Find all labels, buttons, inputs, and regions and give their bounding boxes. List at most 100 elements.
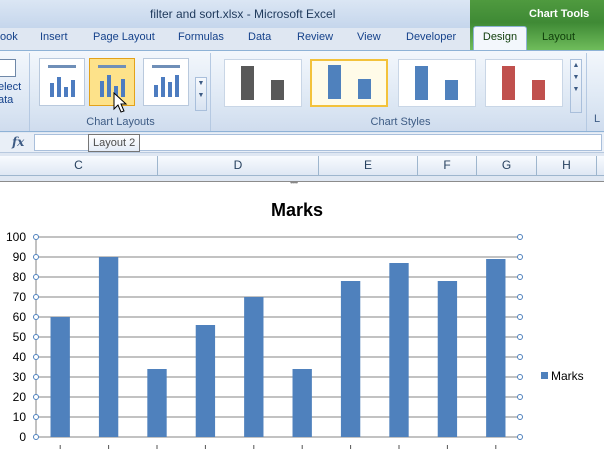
chart-layouts-group-label: Chart Layouts bbox=[86, 116, 155, 128]
tab-view[interactable]: View bbox=[357, 31, 381, 43]
chart-layout-1[interactable] bbox=[39, 58, 85, 106]
style-thumb-bar-icon bbox=[328, 65, 341, 99]
y-tick-label: 50 bbox=[13, 330, 27, 344]
select-data-button[interactable]: elect ata bbox=[0, 57, 22, 117]
layout-thumb-title-icon bbox=[152, 65, 180, 68]
selection-handle bbox=[33, 334, 39, 340]
style-thumb-bar-icon bbox=[415, 66, 428, 100]
bar[interactable] bbox=[389, 263, 409, 437]
selection-handle bbox=[517, 294, 523, 300]
bar[interactable] bbox=[98, 257, 119, 437]
chart-resize-handle[interactable]: •••• bbox=[290, 178, 298, 187]
y-tick-label: 40 bbox=[13, 350, 27, 364]
scroll-down-icon: ▼ bbox=[572, 74, 580, 81]
selection-handle bbox=[33, 414, 39, 420]
styles-gallery-scrollbar[interactable]: ▲ ▼ ▼ bbox=[570, 59, 582, 113]
window-title: filter and sort.xlsx - Microsoft Excel bbox=[150, 7, 336, 21]
y-tick-label: 80 bbox=[13, 270, 27, 284]
gallery-more-icon: ▼ bbox=[572, 86, 580, 93]
bar[interactable] bbox=[437, 281, 458, 437]
group-data: elect ata bbox=[0, 53, 30, 131]
selection-handle bbox=[33, 234, 39, 240]
column-header-c[interactable]: C bbox=[0, 156, 158, 175]
chart-styles-group-label: Chart Styles bbox=[370, 116, 431, 128]
excel-window: filter and sort.xlsx - Microsoft Excel C… bbox=[0, 0, 604, 457]
tab-data[interactable]: Data bbox=[248, 31, 271, 43]
select-data-icon bbox=[0, 59, 16, 77]
selection-handle bbox=[517, 354, 523, 360]
style-thumb-bar-icon bbox=[358, 79, 371, 99]
selection-handle bbox=[33, 314, 39, 320]
y-tick-label: 0 bbox=[19, 430, 26, 444]
bar[interactable] bbox=[195, 325, 216, 437]
layout-tooltip: Layout 2 bbox=[88, 134, 141, 152]
column-header-e[interactable]: E bbox=[319, 156, 418, 175]
y-tick-label: 100 bbox=[6, 230, 26, 244]
tab-review[interactable]: Review bbox=[297, 31, 333, 43]
selection-handle bbox=[517, 434, 523, 440]
layout-thumb-bar-icon bbox=[71, 80, 75, 97]
bar[interactable] bbox=[486, 259, 506, 437]
tab-workbook[interactable]: ook bbox=[0, 31, 18, 43]
y-tick-label: 70 bbox=[13, 290, 27, 304]
tab-insert[interactable]: Insert bbox=[40, 31, 68, 43]
tab-page-layout[interactable]: Page Layout bbox=[93, 31, 155, 43]
selection-handle bbox=[33, 274, 39, 280]
column-header-h[interactable]: H bbox=[537, 156, 597, 175]
bar[interactable] bbox=[50, 317, 70, 437]
style-thumb-bar-icon bbox=[445, 80, 458, 100]
selection-handle bbox=[33, 374, 39, 380]
bar[interactable] bbox=[340, 281, 361, 437]
scroll-down-icon: ▼ bbox=[197, 80, 205, 87]
selection-handle bbox=[517, 394, 523, 400]
column-header-d[interactable]: D bbox=[158, 156, 319, 175]
chart-style-2[interactable] bbox=[310, 59, 388, 107]
selection-handle bbox=[517, 374, 523, 380]
bar[interactable] bbox=[292, 369, 312, 437]
layout-thumb-bar-icon bbox=[107, 75, 111, 97]
chart-style-1[interactable] bbox=[224, 59, 302, 107]
chart-title[interactable]: Marks bbox=[271, 200, 323, 220]
layouts-gallery-scrollbar[interactable]: ▼ ▼ bbox=[195, 77, 207, 111]
chart-style-4[interactable] bbox=[485, 59, 563, 107]
tab-design[interactable]: Design bbox=[473, 26, 527, 50]
marks-chart[interactable]: Marks 0 10 20 30 40 50 60 70 80 90 100 Marks bbox=[0, 181, 604, 457]
layout-thumb-title-icon bbox=[48, 65, 76, 68]
legend-label: Marks bbox=[551, 369, 584, 383]
selection-handle bbox=[517, 314, 523, 320]
legend[interactable]: Marks bbox=[541, 369, 584, 383]
layout-thumb-bar-icon bbox=[64, 87, 68, 97]
tab-layout[interactable]: Layout bbox=[542, 31, 575, 43]
bar[interactable] bbox=[244, 297, 264, 437]
layout-thumb-title-icon bbox=[98, 65, 126, 68]
scroll-up-icon: ▲ bbox=[572, 62, 580, 69]
bar-series[interactable] bbox=[50, 257, 506, 449]
chart-layout-3[interactable] bbox=[143, 58, 189, 106]
y-tick-label: 20 bbox=[13, 390, 27, 404]
chart-style-3[interactable] bbox=[398, 59, 476, 107]
selection-handle bbox=[33, 254, 39, 260]
column-header-f[interactable]: F bbox=[418, 156, 477, 175]
selection-handle bbox=[33, 434, 39, 440]
column-header-g[interactable]: G bbox=[477, 156, 537, 175]
mouse-cursor-icon bbox=[113, 92, 128, 113]
column-headers: C D E F G H bbox=[0, 156, 604, 176]
style-thumb-bar-icon bbox=[532, 80, 545, 100]
group-chart-styles: ▲ ▼ ▼ Chart Styles bbox=[215, 53, 587, 131]
selection-handle bbox=[517, 334, 523, 340]
gallery-more-icon: ▼ bbox=[197, 92, 205, 99]
style-thumb-bar-icon bbox=[241, 66, 254, 100]
chart-tools-label: Chart Tools bbox=[529, 8, 590, 20]
tab-formulas[interactable]: Formulas bbox=[178, 31, 224, 43]
layout-thumb-bar-icon bbox=[154, 85, 158, 97]
y-tick-label: 30 bbox=[13, 370, 27, 384]
selection-handle bbox=[517, 234, 523, 240]
layout-thumb-bar-icon bbox=[175, 75, 179, 97]
select-data-label: elect ata bbox=[0, 81, 22, 106]
bar[interactable] bbox=[147, 369, 167, 437]
insert-function-icon[interactable]: fx bbox=[12, 135, 24, 149]
ribbon: elect ata ▼ ▼ Chart Layouts ▲ ▼ ▼ Chart … bbox=[0, 50, 604, 132]
tab-developer[interactable]: Developer bbox=[406, 31, 456, 43]
y-tick-label: 10 bbox=[13, 410, 27, 424]
y-axis[interactable]: 0 10 20 30 40 50 60 70 80 90 100 bbox=[6, 230, 37, 444]
